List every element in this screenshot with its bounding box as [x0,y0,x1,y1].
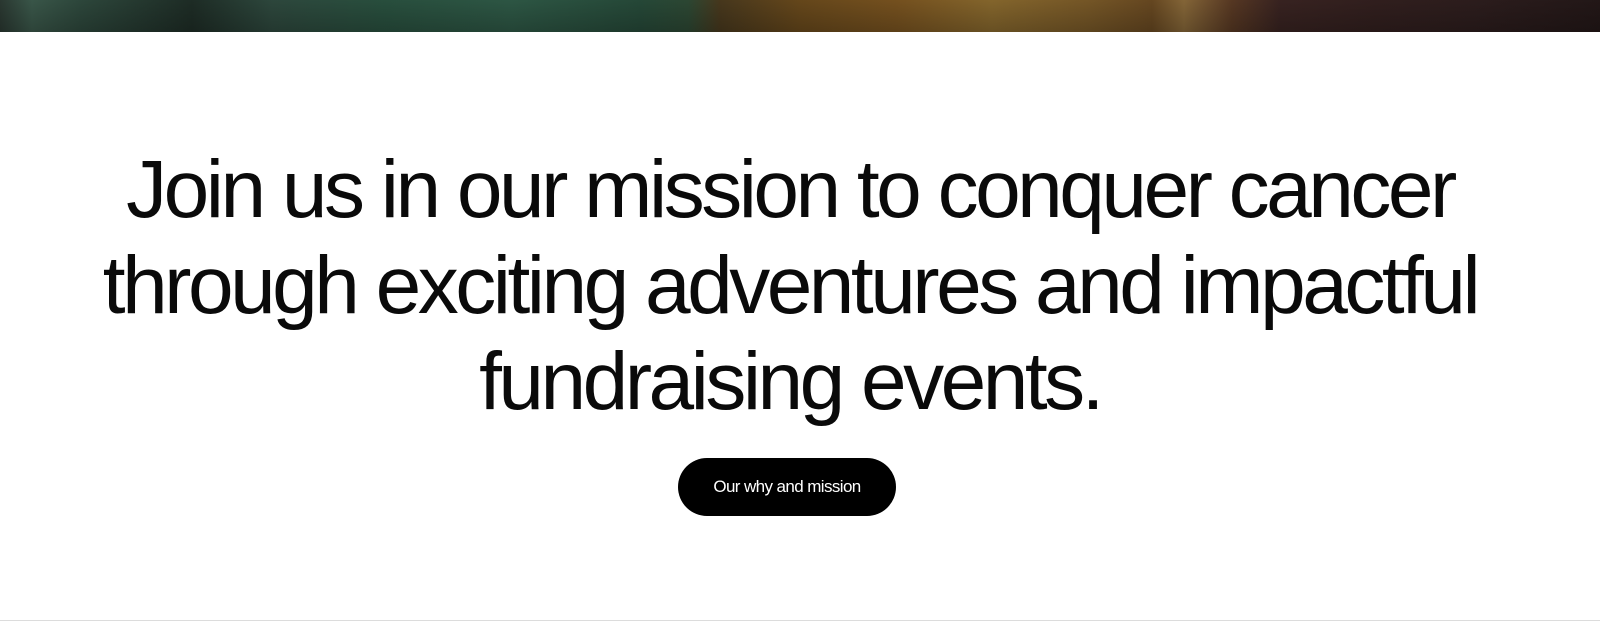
page: Join us in our mission to conquer cancer… [0,0,1600,636]
hero-image-shade [0,0,1600,32]
our-why-and-mission-button[interactable]: Our why and mission [678,458,896,516]
mission-section: Join us in our mission to conquer cancer… [0,32,1600,620]
mission-headline: Join us in our mission to conquer cancer… [102,144,1481,427]
section-divider [0,620,1600,621]
hero-image [0,0,1600,32]
